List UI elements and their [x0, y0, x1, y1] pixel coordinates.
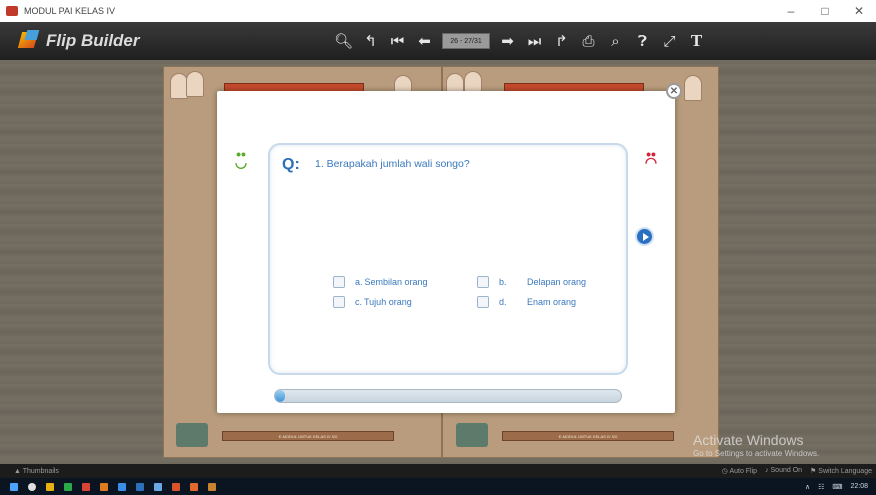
question-text: 1. Berapakah jumlah wali songo? [315, 158, 470, 170]
taskbar-app-icon[interactable] [208, 482, 216, 491]
sound-button[interactable]: ♪ Sound On [765, 467, 802, 475]
watermark-title: Activate Windows [693, 432, 804, 448]
search-taskbar-icon[interactable] [28, 482, 36, 491]
option-text: Enam orang [527, 297, 577, 307]
option-text: Tujuh orang [364, 297, 412, 307]
option-text: Sembilan orang [364, 277, 428, 287]
share-icon[interactable]: ↱ [548, 22, 575, 60]
progress-fill [275, 390, 286, 402]
text-icon[interactable]: T [683, 22, 710, 60]
happy-face-icon: •• ◡ [234, 146, 248, 170]
window-title: MODUL PAI KELAS IV [24, 6, 116, 16]
reader-statusbar: ▲ Thumbnails ◷ Auto Flip ♪ Sound On ⚑ Sw… [0, 464, 876, 478]
option-letter: c. [355, 297, 363, 307]
thumbnails-button[interactable]: ▲ Thumbnails [14, 468, 59, 475]
page-footer-right: E-MODUL UNTUK KELAS IV SD [502, 431, 674, 441]
help-icon[interactable]: ❓︎ [629, 22, 656, 60]
option-letter: a. [355, 277, 363, 287]
option-d[interactable]: d. Enam orang [477, 296, 576, 308]
close-window-button[interactable]: ✕ [842, 0, 876, 22]
quiz-progress-bar [274, 389, 622, 403]
sad-face-icon: •• ◠ [644, 146, 658, 170]
fullscreen-icon[interactable]: ⤢ [656, 22, 683, 60]
taskbar-app-icon[interactable] [46, 482, 54, 491]
network-icon[interactable]: ☷ [818, 483, 824, 491]
start-icon[interactable] [10, 482, 18, 491]
search-icon[interactable]: ⌕ [602, 22, 629, 60]
option-text: Delapan orang [527, 277, 587, 287]
taskbar-app-icon[interactable] [82, 482, 90, 491]
checkbox[interactable] [477, 276, 489, 288]
brand: Flip Builder [18, 30, 140, 52]
books-illustration [176, 423, 208, 447]
flip-builder-logo [18, 30, 40, 52]
switch-language-label: Switch Language [818, 468, 872, 475]
windows-taskbar: ∧ ☷ ⌨ 22:08 [0, 478, 876, 495]
sound-label: Sound On [770, 467, 803, 474]
question-card [268, 143, 628, 375]
window-titlebar: MODUL PAI KELAS IV – □ ✕ [0, 0, 876, 22]
maximize-button[interactable]: □ [808, 0, 842, 22]
thumbnails-label: Thumbnails [22, 467, 59, 475]
question-label: Q: [282, 156, 300, 173]
checkbox[interactable] [333, 296, 345, 308]
flipbook-toolbar: Flip Builder 🔍︎ ↰ ⏮︎ ⬅︎ 26 - 27/31 ➡︎ ⏭︎… [0, 22, 876, 60]
watermark-subtitle: Go to Settings to activate Windows. [693, 449, 820, 458]
option-letter: b. [499, 277, 507, 287]
option-a[interactable]: a. Sembilan orang [333, 276, 428, 288]
auto-flip-label: Auto Flip [729, 468, 758, 475]
taskbar-app-icon[interactable] [118, 482, 126, 491]
brand-name: Flip Builder [46, 31, 140, 50]
last-page-icon[interactable]: ⏭︎ [521, 22, 548, 60]
books-illustration [456, 423, 488, 447]
taskbar-app-icon[interactable] [64, 482, 72, 491]
zoom-icon[interactable]: 🔍︎ [330, 22, 357, 60]
clock[interactable]: 22:08 [850, 483, 868, 490]
option-c[interactable]: c. Tujuh orang [333, 296, 412, 308]
next-page-icon[interactable]: ➡︎ [494, 22, 521, 60]
first-page-icon[interactable]: ⏮︎ [384, 22, 411, 60]
system-tray: ∧ ☷ ⌨ 22:08 [805, 483, 868, 491]
auto-flip-button[interactable]: ◷ Auto Flip [722, 467, 757, 475]
kid-illustration [186, 71, 204, 97]
taskbar-app-icon[interactable] [154, 482, 162, 491]
app-icon [6, 6, 18, 16]
page-indicator[interactable]: 26 - 27/31 [442, 33, 490, 49]
play-icon [642, 232, 649, 241]
taskbar-app-icon[interactable] [172, 482, 180, 491]
close-dialog-button[interactable]: ✕ [666, 83, 682, 99]
option-letter: d. [499, 297, 507, 307]
taskbar-app-icon[interactable] [136, 482, 144, 491]
option-b[interactable]: b. Delapan orang [477, 276, 586, 288]
tray-chevron-icon[interactable]: ∧ [805, 483, 810, 491]
prev-page-icon[interactable]: ⬅︎ [411, 22, 438, 60]
keyboard-icon[interactable]: ⌨ [832, 483, 842, 491]
undo-icon[interactable]: ↰ [357, 22, 384, 60]
checkbox[interactable] [477, 296, 489, 308]
taskbar-app-icon[interactable] [100, 482, 108, 491]
next-question-button[interactable] [635, 227, 654, 246]
switch-language-button[interactable]: ⚑ Switch Language [810, 467, 872, 475]
print-icon[interactable]: ⎙ [575, 22, 602, 60]
checkbox[interactable] [333, 276, 345, 288]
taskbar-app-icon[interactable] [190, 482, 198, 491]
activate-windows-watermark: Activate Windows Go to Settings to activ… [693, 432, 819, 458]
kid-illustration [684, 75, 702, 101]
minimize-button[interactable]: – [774, 0, 808, 22]
page-footer-left: E-MODUL UNTUK KELAS IV SD [222, 431, 394, 441]
